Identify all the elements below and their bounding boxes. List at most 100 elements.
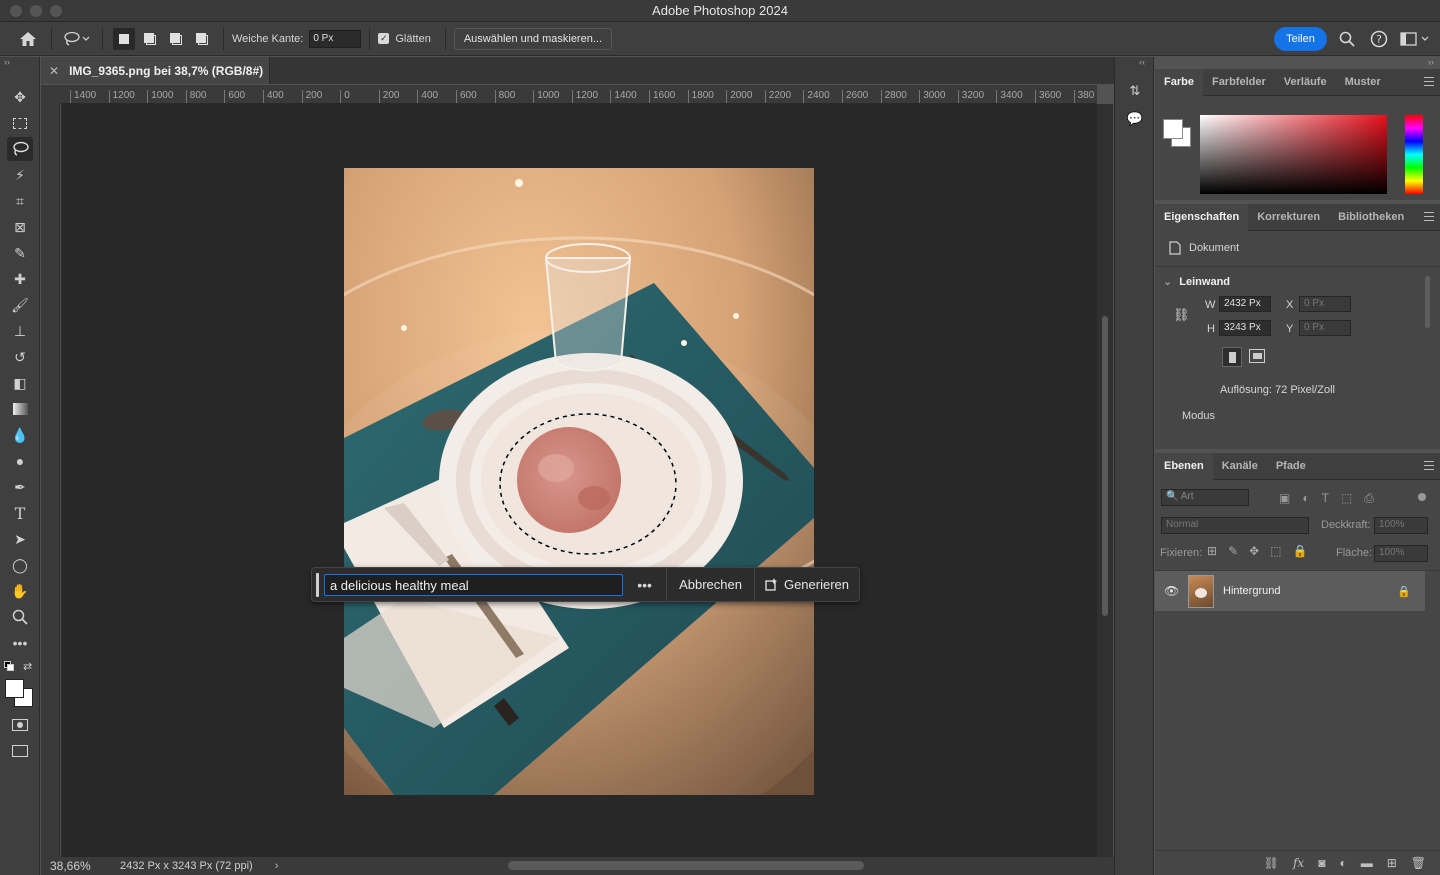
tab-libraries[interactable]: Bibliotheken xyxy=(1329,204,1413,231)
new-layer-icon[interactable]: ⊞ xyxy=(1387,856,1397,870)
zoom-window-button[interactable] xyxy=(50,5,62,17)
vertical-scrollbar[interactable] xyxy=(1097,104,1113,857)
link-dimensions-icon[interactable]: ⛓ xyxy=(1173,307,1190,323)
zoom-level[interactable]: 38,66% xyxy=(50,859,120,873)
height-input[interactable]: 3243 Px xyxy=(1219,320,1271,336)
delete-layer-icon[interactable]: 🗑 xyxy=(1411,856,1426,870)
select-and-mask-button[interactable]: Auswählen und maskieren... xyxy=(453,27,612,50)
hue-slider[interactable] xyxy=(1405,115,1423,194)
portrait-orientation-icon[interactable] xyxy=(1222,347,1242,367)
lock-artboard-icon[interactable]: ⬚ xyxy=(1270,544,1281,558)
tab-adjustments[interactable]: Korrekturen xyxy=(1248,204,1329,231)
layer-filter-select[interactable]: 🔍 Art xyxy=(1161,489,1249,506)
minimize-window-button[interactable] xyxy=(30,5,42,17)
close-document-icon[interactable]: ✕ xyxy=(49,64,59,78)
share-button[interactable]: Teilen xyxy=(1274,27,1327,51)
x-input[interactable]: 0 Px xyxy=(1299,296,1351,312)
path-selection-tool-icon[interactable]: ➤ xyxy=(7,527,33,551)
lasso-preset-icon[interactable] xyxy=(60,28,94,50)
color-picker-field[interactable] xyxy=(1200,115,1387,194)
color-foreground-swatch[interactable] xyxy=(1163,119,1183,139)
filter-toggle-icon[interactable] xyxy=(1418,493,1426,501)
link-layers-icon[interactable]: ⛓ xyxy=(1264,856,1279,870)
layer-effects-icon[interactable]: fx xyxy=(1293,856,1304,870)
generate-button[interactable]: Generieren xyxy=(755,577,859,592)
tab-paths[interactable]: Pfade xyxy=(1267,453,1315,480)
blur-tool-icon[interactable]: 💧 xyxy=(7,423,33,447)
intersect-selection-button[interactable] xyxy=(191,28,213,50)
workspace-switcher-icon[interactable] xyxy=(1399,29,1431,49)
quick-mask-icon[interactable] xyxy=(7,713,33,737)
eraser-tool-icon[interactable]: ◧ xyxy=(7,371,33,395)
expand-panels-icon[interactable]: ›› xyxy=(1428,57,1434,67)
lasso-tool-icon[interactable] xyxy=(7,137,33,161)
tab-gradients[interactable]: Verläufe xyxy=(1275,69,1336,96)
type-tool-icon[interactable]: T xyxy=(7,501,33,525)
gradient-tool-icon[interactable] xyxy=(7,397,33,421)
close-window-button[interactable] xyxy=(10,5,22,17)
adjustment-filter-icon[interactable]: ◐ xyxy=(1302,491,1309,506)
pen-tool-icon[interactable]: ✒ xyxy=(7,475,33,499)
tab-properties[interactable]: Eigenschaften xyxy=(1155,203,1249,231)
healing-brush-tool-icon[interactable]: ✚ xyxy=(7,267,33,291)
comments-panel-icon[interactable]: 💬 xyxy=(1125,109,1145,129)
swap-colors-icon[interactable]: ⇄ xyxy=(23,660,32,673)
document-tab[interactable]: ✕ IMG_9365.png bei 38,7% (RGB/8#) xyxy=(41,57,270,84)
status-expand-icon[interactable]: › xyxy=(275,860,279,872)
home-icon[interactable] xyxy=(17,28,39,50)
feather-input[interactable]: 0 Px xyxy=(309,29,362,48)
tab-color[interactable]: Farbe xyxy=(1155,68,1203,96)
layer-lock-icon[interactable]: 🔒 xyxy=(1397,585,1411,598)
brush-tool-icon[interactable]: 🖌 xyxy=(7,293,33,317)
opacity-input[interactable]: 100% xyxy=(1374,517,1428,534)
smart-object-filter-icon[interactable]: ⎙ xyxy=(1364,491,1374,506)
type-filter-icon[interactable]: T xyxy=(1322,491,1329,506)
properties-scrollbar[interactable] xyxy=(1425,276,1430,328)
horizontal-ruler[interactable]: 1400 1200 1000 800 600 400 200 0 200 400 600 800 100… xyxy=(61,85,1097,104)
width-input[interactable]: 2432 Px xyxy=(1219,296,1271,312)
adjustment-layer-icon[interactable]: ◐ xyxy=(1339,856,1346,870)
cancel-button[interactable]: Abbrechen xyxy=(667,577,754,592)
marquee-tool-icon[interactable] xyxy=(7,111,33,135)
prompt-input[interactable]: a delicious healthy meal xyxy=(323,573,623,596)
horizontal-scrollbar[interactable] xyxy=(508,861,864,870)
panel-menu-icon[interactable] xyxy=(1424,77,1434,86)
hand-tool-icon[interactable]: ✋ xyxy=(7,579,33,603)
ruler-origin[interactable] xyxy=(41,85,61,104)
ellipse-tool-icon[interactable]: ◯ xyxy=(7,553,33,577)
dodge-tool-icon[interactable]: ● xyxy=(7,449,33,473)
shape-filter-icon[interactable]: ⬚ xyxy=(1341,491,1352,506)
tab-channels[interactable]: Kanäle xyxy=(1213,453,1267,480)
vertical-ruler[interactable] xyxy=(41,104,60,857)
help-icon[interactable]: ? xyxy=(1369,29,1389,49)
lock-paint-icon[interactable]: ✎ xyxy=(1228,544,1238,558)
more-tools-icon[interactable]: ••• xyxy=(7,631,33,655)
new-selection-button[interactable] xyxy=(113,27,135,50)
crop-tool-icon[interactable]: ⌗ xyxy=(7,189,33,213)
window-controls[interactable] xyxy=(10,5,62,17)
tab-swatches[interactable]: Farbfelder xyxy=(1203,69,1275,96)
search-icon[interactable] xyxy=(1337,29,1357,49)
add-mask-icon[interactable]: ◙ xyxy=(1318,856,1325,870)
new-group-icon[interactable]: ▬ xyxy=(1361,856,1373,870)
panel-menu-icon[interactable] xyxy=(1424,212,1434,221)
screen-mode-icon[interactable] xyxy=(7,739,33,763)
drag-handle[interactable] xyxy=(316,572,319,597)
subtract-selection-button[interactable] xyxy=(165,28,187,50)
tab-patterns[interactable]: Muster xyxy=(1336,69,1390,96)
more-options-button[interactable]: ••• xyxy=(623,577,666,593)
layer-row[interactable]: 👁 Hintergrund 🔒 xyxy=(1155,571,1425,611)
magic-wand-tool-icon[interactable]: ⚡ xyxy=(7,163,33,187)
antialias-checkbox[interactable]: ✓ xyxy=(378,33,390,44)
fill-input[interactable]: 100% xyxy=(1374,545,1428,562)
move-tool-icon[interactable]: ✥ xyxy=(7,85,33,109)
panel-menu-icon[interactable] xyxy=(1424,461,1434,470)
lock-position-icon[interactable]: ✥ xyxy=(1249,544,1259,558)
default-colors-icon[interactable] xyxy=(4,661,14,671)
canvas-section-toggle[interactable]: ⌄ Leinwand xyxy=(1163,275,1230,288)
clone-stamp-tool-icon[interactable]: ⊥ xyxy=(7,319,33,343)
lock-all-icon[interactable]: 🔒 xyxy=(1293,544,1308,558)
add-selection-button[interactable] xyxy=(139,28,161,50)
tab-layers[interactable]: Ebenen xyxy=(1155,452,1213,480)
y-input[interactable]: 0 Px xyxy=(1299,320,1351,336)
